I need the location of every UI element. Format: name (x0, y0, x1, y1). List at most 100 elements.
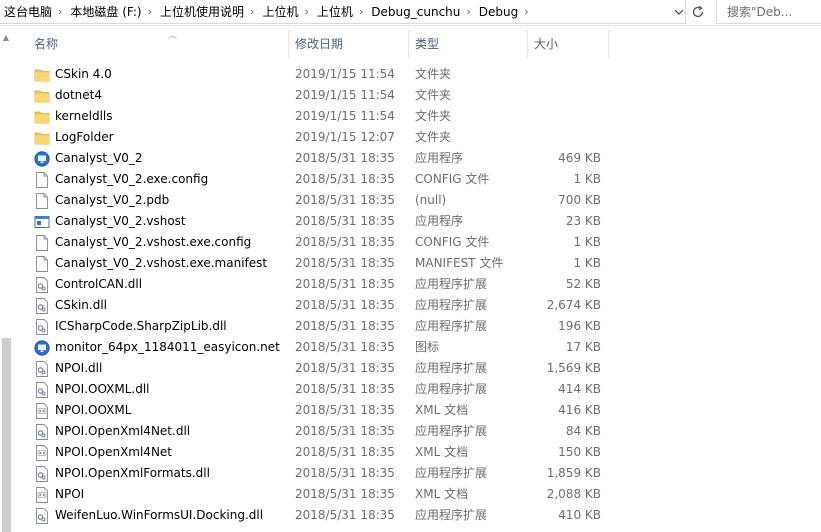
file-row[interactable]: NPOI.OpenXml4Net 2018/5/31 18:35 XML 文档 150… (0, 442, 821, 463)
file-explorer-window: 这台电脑 › 本地磁盘 (F:) › 上位机使用说明 › 上位机 › 上位机 › Debug_cun… (0, 0, 821, 532)
file-size: 1,569 KB (546, 361, 601, 375)
file-size: 1 KB (573, 235, 601, 249)
file-size: 2,088 KB (546, 487, 601, 501)
file-row[interactable]: Canalyst_V0_2 2018/5/31 18:35 应用程序 469 KB (0, 148, 821, 169)
file-date: 2019/1/15 11:54 (295, 67, 395, 81)
file-icon (34, 253, 50, 274)
file-name: Canalyst_V0_2 (55, 151, 143, 165)
breadcrumb-separator-icon[interactable]: › (359, 5, 363, 18)
breadcrumb-separator-icon[interactable]: › (58, 5, 62, 18)
scroll-up-arrow-icon[interactable]: ▲ (1, 32, 11, 42)
column-header-row: 名称 ︿ 修改日期 类型 大小 (14, 26, 821, 60)
file-size: 1,859 KB (546, 466, 601, 480)
file-type: (null) (415, 193, 447, 207)
breadcrumb-item[interactable]: 这台电脑 › (4, 3, 70, 20)
file-type: 图标 (415, 340, 440, 354)
file-row[interactable]: LogFolder 2019/1/15 12:07 文件夹 (0, 127, 821, 148)
breadcrumb-item[interactable]: Debug_cunchu › (371, 5, 479, 19)
file-date: 2018/5/31 18:35 (295, 172, 395, 186)
file-row[interactable]: CSkin 4.0 2019/1/15 11:54 文件夹 (0, 64, 821, 85)
file-type: 应用程序扩展 (415, 508, 488, 522)
breadcrumb[interactable]: 这台电脑 › 本地磁盘 (F:) › 上位机使用说明 › 上位机 › 上位机 › Debug_cun… (0, 0, 686, 24)
column-divider[interactable] (608, 30, 609, 58)
file-row[interactable]: ICSharpCode.SharpZipLib.dll 2018/5/31 18:… (0, 316, 821, 337)
file-name: dotnet4 (55, 88, 102, 102)
file-icon (34, 190, 50, 211)
file-name: NPOI (55, 487, 85, 501)
file-row[interactable]: kerneldlls 2019/1/15 11:54 文件夹 (0, 106, 821, 127)
file-type: 文件夹 (415, 88, 452, 102)
file-row[interactable]: NPOI.dll 2018/5/31 18:35 应用程序扩展 1,569 KB (0, 358, 821, 379)
file-date: 2018/5/31 18:35 (295, 487, 395, 501)
breadcrumb-label: 上位机 (316, 5, 353, 19)
file-row[interactable]: NPOI.OOXML 2018/5/31 18:35 XML 文档 416 KB (0, 400, 821, 421)
dll-icon (34, 463, 50, 484)
file-row[interactable]: NPOI.OOXML.dll 2018/5/31 18:35 应用程序扩展 414 K… (0, 379, 821, 400)
file-type: 应用程序扩展 (415, 424, 488, 438)
file-type: 应用程序扩展 (415, 277, 488, 291)
column-header-size[interactable]: 大小 (528, 26, 608, 60)
column-header-type[interactable]: 类型 (409, 26, 527, 60)
file-type: MANIFEST 文件 (415, 256, 504, 270)
refresh-button[interactable] (688, 2, 708, 22)
dll-icon (34, 358, 50, 379)
breadcrumb-item[interactable]: 上位机 › (317, 3, 371, 20)
dll-icon (34, 421, 50, 442)
file-size: 416 KB (558, 403, 601, 417)
breadcrumb-item[interactable]: 上位机使用说明 › (160, 3, 262, 20)
column-header-name[interactable]: 名称 (28, 26, 288, 60)
file-date: 2018/5/31 18:35 (295, 319, 395, 333)
file-row[interactable]: Canalyst_V0_2.pdb 2018/5/31 18:35 (null) 70… (0, 190, 821, 211)
xml-icon (34, 484, 50, 505)
file-row[interactable]: WeifenLuo.WinFormsUI.Docking.dll 2018/5/3… (0, 505, 821, 526)
file-name: LogFolder (55, 130, 114, 144)
breadcrumb-item[interactable]: 上位机 › (262, 3, 316, 20)
breadcrumb-separator-icon[interactable]: › (466, 5, 470, 18)
file-date: 2018/5/31 18:35 (295, 445, 395, 459)
file-row[interactable]: NPOI.OpenXml4Net.dll 2018/5/31 18:35 应用程序扩… (0, 421, 821, 442)
file-date: 2019/1/15 11:54 (295, 109, 395, 123)
file-row[interactable]: Canalyst_V0_2.vshost 2018/5/31 18:35 应用程序 2… (0, 211, 821, 232)
file-row[interactable]: Canalyst_V0_2.exe.config 2018/5/31 18:35 C… (0, 169, 821, 190)
file-size: 1 KB (573, 172, 601, 186)
breadcrumb-item[interactable]: Debug › (479, 5, 537, 19)
file-row[interactable]: dotnet4 2019/1/15 11:54 文件夹 (0, 85, 821, 106)
breadcrumb-separator-icon[interactable]: › (304, 5, 308, 18)
file-row[interactable]: monitor_64px_1184011_easyicon.net 2018/5/… (0, 337, 821, 358)
column-header-date[interactable]: 修改日期 (289, 26, 409, 60)
file-date: 2019/1/15 12:07 (295, 130, 395, 144)
file-name: NPOI.OpenXml4Net (55, 445, 173, 459)
file-row[interactable]: Canalyst_V0_2.vshost.exe.manifest 2018/5/… (0, 253, 821, 274)
dll-icon (34, 274, 50, 295)
file-size (530, 127, 601, 148)
search-input[interactable]: 搜索"Deb... (716, 0, 821, 24)
breadcrumb-separator-icon[interactable]: › (148, 5, 152, 18)
xml-icon (34, 400, 50, 421)
refresh-icon (692, 5, 704, 18)
file-date: 2018/5/31 18:35 (295, 466, 395, 480)
breadcrumb-item[interactable]: 本地磁盘 (F:) › (70, 3, 160, 20)
file-date: 2018/5/31 18:35 (295, 382, 395, 396)
breadcrumb-separator-icon[interactable]: › (250, 5, 254, 18)
file-row[interactable]: ControlCAN.dll 2018/5/31 18:35 应用程序扩展 52 KB (0, 274, 821, 295)
file-size (530, 85, 601, 106)
file-name: Canalyst_V0_2.vshost.exe.manifest (55, 256, 268, 270)
breadcrumb-label: 这台电脑 (4, 5, 53, 19)
breadcrumb-label: 本地磁盘 (F:) (70, 5, 142, 19)
address-dropdown-button[interactable] (672, 5, 686, 19)
file-type: 应用程序 (415, 214, 464, 228)
file-name: ICSharpCode.SharpZipLib.dll (55, 319, 227, 333)
file-row[interactable]: Canalyst_V0_2.vshost.exe.config 2018/5/31… (0, 232, 821, 253)
file-row[interactable]: CSkin.dll 2018/5/31 18:35 应用程序扩展 2,674 KB (0, 295, 821, 316)
file-name: NPOI.OpenXmlFormats.dll (55, 466, 210, 480)
xml-icon (34, 442, 50, 463)
breadcrumb-separator-icon[interactable]: › (524, 5, 528, 18)
breadcrumb-label: Debug (478, 4, 519, 19)
file-name: NPOI.OpenXml4Net.dll (55, 424, 191, 438)
file-date: 2018/5/31 18:35 (295, 235, 395, 249)
file-name: Canalyst_V0_2.vshost.exe.config (55, 235, 252, 249)
file-row[interactable]: NPOI.OpenXmlFormats.dll 2018/5/31 18:35 应用… (0, 463, 821, 484)
file-row[interactable]: NPOI 2018/5/31 18:35 XML 文档 2,088 KB (0, 484, 821, 505)
file-size: 1 KB (573, 256, 601, 270)
file-type: 应用程序扩展 (415, 466, 488, 480)
